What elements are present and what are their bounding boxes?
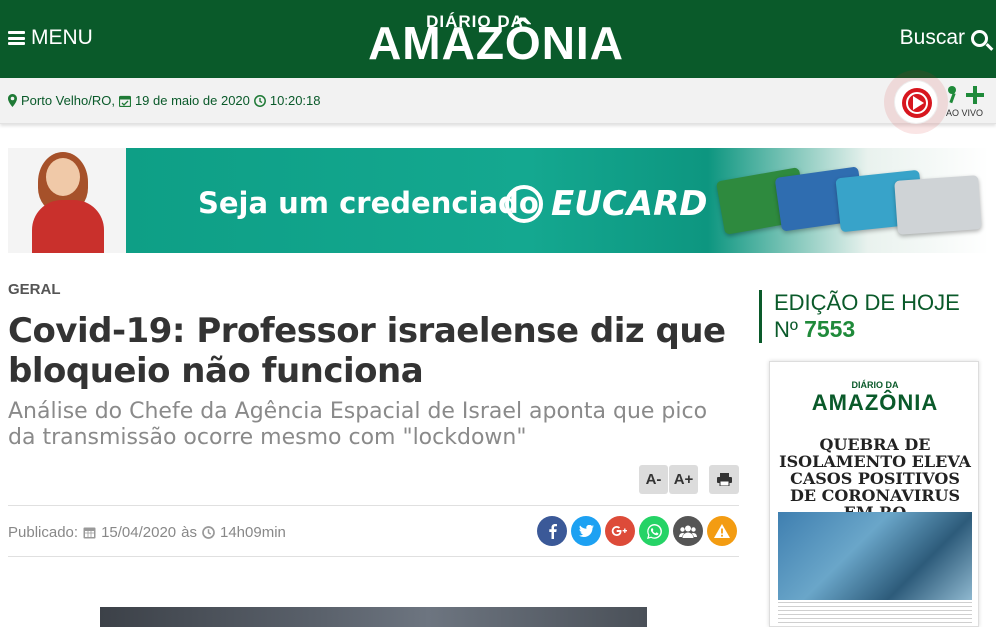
edition-label: EDIÇÃO DE HOJE [774, 290, 960, 315]
cover-headline: QUEBRA DE ISOLAMENTO ELEVA CASOS POSITIV… [779, 435, 971, 521]
cover-photo [778, 512, 972, 600]
menu-button[interactable]: MENU [8, 26, 93, 50]
search-label: Buscar [899, 26, 965, 49]
clock-icon [202, 526, 215, 539]
share-facebook-button[interactable] [537, 516, 567, 546]
whatsapp-icon [646, 523, 662, 539]
menu-label: MENU [31, 26, 93, 49]
time-text: 10:20:18 [269, 93, 321, 108]
edition-prefix: Nº [774, 317, 798, 342]
radio-player[interactable] [884, 70, 948, 134]
logo-main-text: AMAZÔNIA [368, 17, 624, 69]
published-time: 14h09min [219, 524, 286, 541]
article-subtitle: Análise do Chefe da Agência Espacial de … [8, 399, 708, 450]
info-bar: Porto Velho/RO, 19 de maio de 2020 10:20… [0, 78, 996, 124]
location-text: Porto Velho/RO, [21, 93, 115, 108]
ad-brand-text: EUCARD [551, 184, 708, 224]
report-error-button[interactable] [707, 516, 737, 546]
plus-icon [966, 86, 984, 104]
header-bar: MENU DIÁRIO DA AMAZÔNIA Buscar [0, 0, 996, 78]
share-whatsapp-button[interactable] [639, 516, 669, 546]
ad-person-image [20, 152, 120, 253]
print-icon [716, 473, 732, 486]
group-icon [679, 525, 697, 538]
live-indicator[interactable]: AO VIVO [944, 84, 992, 120]
published-sep: às [181, 524, 197, 541]
twitter-icon [578, 525, 594, 537]
todays-edition: EDIÇÃO DE HOJE Nº 7553 [759, 290, 989, 343]
date-text: 19 de maio de 2020 [134, 93, 250, 108]
search-icon [971, 29, 988, 47]
edition-cover[interactable]: DIÁRIO DA AMAZÔNIA QUEBRA DE ISOLAMENTO … [769, 361, 979, 627]
share-google-plus-button[interactable] [605, 516, 635, 546]
advertisement-banner[interactable]: Seja um credenciado EUCARD [8, 148, 989, 253]
published-info: Publicado: 15/04/2020 às 14h09min [8, 524, 286, 541]
calendar-icon [83, 527, 96, 539]
share-twitter-button[interactable] [571, 516, 601, 546]
google-plus-icon [611, 525, 627, 536]
cover-logo-main: AMAZÔNIA [811, 390, 939, 415]
cover-text-columns [778, 602, 972, 626]
search-button[interactable]: Buscar [900, 26, 988, 50]
print-button[interactable] [709, 465, 739, 494]
font-increase-button[interactable]: A+ [669, 465, 698, 494]
alert-icon [714, 524, 730, 538]
calendar-icon [118, 95, 131, 107]
cover-logo: DIÁRIO DA AMAZÔNIA [780, 380, 970, 416]
location-datetime: Porto Velho/RO, 19 de maio de 2020 10:20… [8, 93, 321, 108]
play-icon [913, 96, 924, 110]
play-button[interactable] [902, 88, 932, 118]
published-label: Publicado: [8, 524, 79, 541]
ad-brand-logo: EUCARD [505, 184, 708, 224]
cover-logo-top: DIÁRIO DA [851, 380, 899, 390]
article-category[interactable]: GERAL [8, 281, 61, 298]
map-marker-icon [8, 94, 17, 107]
divider [8, 556, 739, 557]
clock-icon [253, 94, 266, 107]
article-title: Covid-19: Professor israelense diz que b… [8, 311, 726, 391]
ad-card [894, 175, 982, 235]
facebook-icon [548, 523, 557, 539]
site-logo[interactable]: DIÁRIO DA AMAZÔNIA [347, 12, 645, 69]
eucard-logo-icon [505, 185, 543, 223]
article-image [100, 607, 647, 627]
edition-number: 7553 [804, 316, 856, 342]
live-label: AO VIVO [946, 108, 984, 118]
ad-headline: Seja um credenciado [198, 186, 539, 220]
published-date: 15/04/2020 [101, 524, 177, 541]
share-group-button[interactable] [673, 516, 703, 546]
font-decrease-button[interactable]: A- [639, 465, 668, 494]
hamburger-icon [8, 31, 25, 45]
divider [8, 505, 739, 506]
